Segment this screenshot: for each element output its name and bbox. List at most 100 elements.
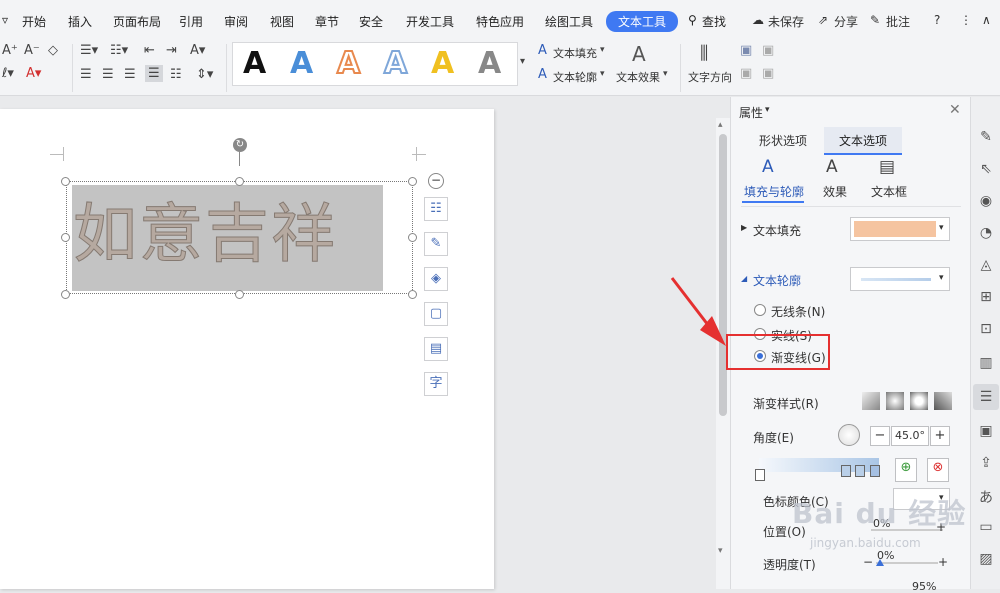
link-textbox-icon[interactable]: ▣ xyxy=(762,43,774,58)
gradient-stop-handle[interactable] xyxy=(870,465,880,477)
resize-handle[interactable] xyxy=(408,290,417,299)
chart-icon[interactable]: ▥ xyxy=(977,355,995,371)
resize-handle[interactable] xyxy=(235,290,244,299)
more-icon[interactable]: ⋮ xyxy=(960,13,972,27)
text-fill-button[interactable]: 文本填充 xyxy=(553,45,597,61)
angle-increase-button[interactable]: + xyxy=(930,426,950,446)
menu-text-tools[interactable]: 文本工具 xyxy=(606,11,679,32)
radio-no-line[interactable] xyxy=(754,304,766,316)
text-direction-button[interactable]: 文字方向 xyxy=(688,69,732,85)
angle-input[interactable]: 45.0° xyxy=(891,426,929,446)
gradient-stop-handle[interactable] xyxy=(841,465,851,477)
properties-icon[interactable]: ☰ xyxy=(977,389,995,405)
gradient-stop-handle[interactable] xyxy=(755,469,765,481)
font-icon[interactable]: 字 xyxy=(424,372,448,396)
pen-icon[interactable]: ✎ xyxy=(977,129,995,145)
subtab-textbox[interactable]: 文本框 xyxy=(871,183,907,200)
numbered-list-icon[interactable]: ☷▾ xyxy=(110,43,128,58)
remove-stop-icon[interactable]: ⊗ xyxy=(927,458,949,482)
help-icon[interactable]: ? xyxy=(934,13,940,27)
menu-dev-tools[interactable]: 开发工具 xyxy=(406,13,454,30)
menu-insert[interactable]: 插入 xyxy=(68,13,92,30)
unsaved-label[interactable]: 未保存 xyxy=(768,13,804,30)
transparency-decrease-button[interactable]: − xyxy=(863,555,873,569)
resize-handle[interactable] xyxy=(61,177,70,186)
resize-handle[interactable] xyxy=(61,290,70,299)
rotate-handle-icon[interactable]: ↻ xyxy=(233,138,247,152)
shape-fill-icon[interactable]: ◈ xyxy=(424,267,448,291)
menu-start[interactable]: 开始 xyxy=(22,13,46,30)
tab-text-options[interactable]: 文本选项 xyxy=(824,127,902,155)
share-icon[interactable]: ⇪ xyxy=(977,455,995,471)
text-box-icon[interactable]: ▣ xyxy=(740,43,752,58)
search-label[interactable]: 查找 xyxy=(702,13,726,30)
table-icon[interactable]: ⊞ xyxy=(977,289,995,305)
bullet-list-icon[interactable]: ☰▾ xyxy=(80,43,98,58)
tab-shape-options[interactable]: 形状选项 xyxy=(745,127,821,155)
text-outline-label[interactable]: 文本轮廓 xyxy=(753,272,801,289)
wordart-style-gold[interactable]: A xyxy=(431,45,454,83)
share-button[interactable]: 分享 xyxy=(834,13,858,30)
chevron-down-icon[interactable]: ▾ xyxy=(663,69,668,79)
wordart-style-blue-outline[interactable]: A xyxy=(383,45,408,83)
chevron-down-icon[interactable]: ▾ xyxy=(600,69,605,79)
annotate-button[interactable]: 批注 xyxy=(886,13,910,30)
collapse-ribbon-icon[interactable]: ∧ xyxy=(982,13,991,27)
location-icon[interactable]: ◉ xyxy=(977,193,995,209)
align-left-icon[interactable]: ☰ xyxy=(80,67,92,82)
chevron-down-icon[interactable]: ▾ xyxy=(600,45,605,55)
menu-toggle-icon[interactable]: ▿ xyxy=(2,13,8,27)
chevron-down-icon[interactable]: ▾ xyxy=(765,105,770,115)
angle-decrease-button[interactable]: − xyxy=(870,426,890,446)
radio-no-line-label[interactable]: 无线条(N) xyxy=(771,303,825,320)
font-size-down-icon[interactable]: A⁻ xyxy=(24,43,40,58)
document-page[interactable]: ↻ 如意吉祥 − ☷ ✎ ◈ ▢ ▤ 字 xyxy=(0,109,494,589)
line-spacing-icon[interactable]: ⇕▾ xyxy=(196,67,213,82)
scroll-down-icon[interactable]: ▾ xyxy=(718,546,723,556)
wordart-style-blue[interactable]: A xyxy=(290,45,313,83)
scroll-up-icon[interactable]: ▴ xyxy=(718,120,723,130)
layers-icon[interactable]: ◬ xyxy=(977,257,995,273)
subtab-fill-outline[interactable]: 填充与轮廓 xyxy=(744,183,804,200)
font-color-icon[interactable]: A▾ xyxy=(26,66,41,81)
resize-handle[interactable] xyxy=(61,233,70,242)
gradient-style-linear[interactable] xyxy=(862,392,880,410)
highlight-icon[interactable]: ℓ▾ xyxy=(2,66,14,81)
transparency-increase-button[interactable]: + xyxy=(938,555,948,569)
menu-special-apps[interactable]: 特色应用 xyxy=(476,13,524,30)
justify-icon[interactable]: ☰ xyxy=(145,65,163,82)
image-icon[interactable]: ▨ xyxy=(977,551,995,567)
menu-page-layout[interactable]: 页面布局 xyxy=(113,13,161,30)
shape-outline-icon[interactable]: ▢ xyxy=(424,302,448,326)
expand-icon[interactable]: ▶ xyxy=(741,223,747,232)
archive-icon[interactable]: ▭ xyxy=(977,519,995,535)
text-outline-dropdown[interactable]: ▾ xyxy=(850,267,950,291)
shapes-icon[interactable]: ◔ xyxy=(977,225,995,241)
gallery-more-icon[interactable]: ▾ xyxy=(520,56,525,67)
text-effect-button[interactable]: 文本效果 xyxy=(616,69,660,85)
menu-review[interactable]: 审阅 xyxy=(224,13,248,30)
distribute-icon[interactable]: ☷ xyxy=(170,67,182,82)
collapse-float-icon[interactable]: − xyxy=(428,173,444,189)
text-wrap-icon[interactable]: ▤ xyxy=(424,337,448,361)
indent-increase-icon[interactable]: ⇥ xyxy=(166,43,177,58)
close-icon[interactable]: ✕ xyxy=(949,102,961,118)
textbox-option-icon[interactable]: ▣ xyxy=(762,66,774,81)
resize-handle[interactable] xyxy=(235,177,244,186)
resize-handle[interactable] xyxy=(408,233,417,242)
text-wrap-icon[interactable]: A▾ xyxy=(190,43,205,58)
translate-icon[interactable]: あ xyxy=(977,487,995,507)
select-cursor-icon[interactable]: ⇖ xyxy=(977,161,995,177)
font-size-up-icon[interactable]: A⁺ xyxy=(2,43,18,58)
transparency-slider-thumb[interactable] xyxy=(876,559,884,566)
gradient-style-rect[interactable] xyxy=(910,392,928,410)
menu-chapter[interactable]: 章节 xyxy=(315,13,339,30)
align-center-icon[interactable]: ☰ xyxy=(102,67,114,82)
wordart-style-gray[interactable]: A xyxy=(478,45,501,83)
wordart-text[interactable]: 如意吉祥 xyxy=(73,190,337,280)
gradient-style-path[interactable] xyxy=(934,392,952,410)
transparency-slider[interactable] xyxy=(876,562,938,564)
text-fill-label[interactable]: 文本填充 xyxy=(753,222,801,239)
add-stop-icon[interactable]: ⊕ xyxy=(895,458,917,482)
wordart-textbox[interactable]: 如意吉祥 xyxy=(66,181,413,294)
